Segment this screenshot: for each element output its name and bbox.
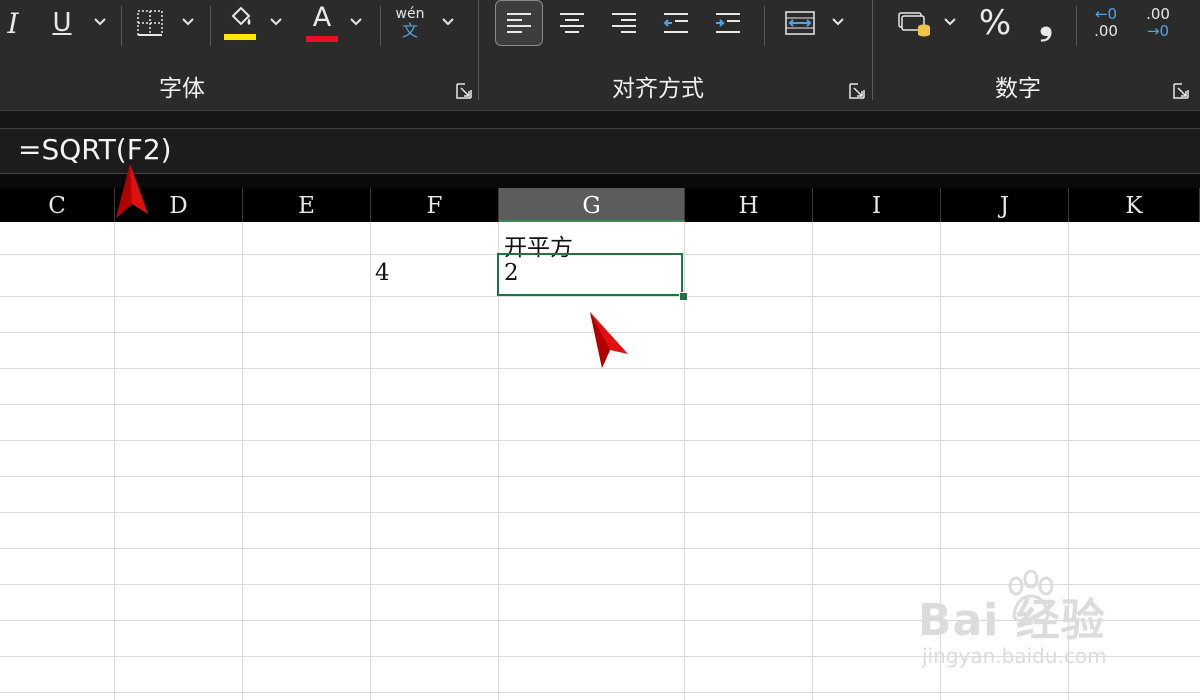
column-header-i[interactable]: I (813, 188, 941, 222)
accounting-dropdown-chevron-icon[interactable] (940, 10, 960, 34)
column-header-e[interactable]: E (243, 188, 371, 222)
column-headers: C D E F G H I J K (0, 188, 1200, 222)
phonetic-bottom: 文 (401, 21, 418, 40)
font-color-button[interactable]: A (302, 2, 342, 44)
baidu-watermark: Bai 经验 jingyan.baidu.com (918, 570, 1148, 680)
merge-dropdown-chevron-icon[interactable] (828, 10, 848, 34)
alignment-group-label: 对齐方式 (612, 76, 704, 102)
borders-icon[interactable] (132, 4, 168, 42)
decrease-decimal-bottom: →0 (1146, 22, 1170, 40)
alignment-dialog-launcher-icon[interactable] (848, 82, 866, 100)
column-header-h[interactable]: H (685, 188, 813, 222)
column-header-g[interactable]: G (499, 188, 685, 222)
underline-button[interactable]: U (46, 4, 78, 42)
font-color-glyph: A (312, 2, 332, 33)
fill-handle[interactable] (679, 292, 688, 301)
align-left-button[interactable] (495, 0, 543, 46)
align-center-button[interactable] (548, 0, 596, 46)
decrease-decimal-top: .00 (1146, 5, 1170, 23)
number-group-label: 数字 (995, 76, 1041, 102)
underline-dropdown-chevron-icon[interactable] (90, 10, 110, 34)
watermark-url: jingyan.baidu.com (922, 644, 1107, 668)
font-dialog-launcher-icon[interactable] (455, 82, 473, 100)
font-group-label: 字体 (159, 76, 205, 102)
ribbon: I U A wén 文 字体 对齐方式 % ❟ ←0 .00 .00 →0 数字 (0, 0, 1200, 110)
fill-color-dropdown-chevron-icon[interactable] (266, 10, 286, 34)
watermark-brand: Bai 经验 (918, 595, 1106, 646)
formula-bar[interactable]: =SQRT(F2) (0, 128, 1200, 174)
fill-color-swatch (224, 34, 256, 40)
increase-decimal-button[interactable]: ←0 .00 (1084, 2, 1128, 44)
ribbon-bottom-edge (0, 110, 1200, 128)
column-header-f[interactable]: F (371, 188, 499, 222)
increase-decimal-top: ←0 (1094, 5, 1118, 23)
increase-indent-button[interactable] (704, 0, 752, 46)
decrease-indent-button[interactable] (652, 0, 700, 46)
comma-style-button[interactable]: ❟ (1028, 2, 1064, 44)
decrease-decimal-button[interactable]: .00 →0 (1136, 2, 1180, 44)
phonetic-top: wén (395, 6, 425, 22)
font-color-dropdown-chevron-icon[interactable] (346, 10, 366, 34)
accounting-format-icon[interactable] (892, 2, 936, 44)
annotation-arrow-result (590, 312, 628, 368)
font-color-swatch (306, 36, 338, 42)
merge-center-icon[interactable] (780, 2, 820, 44)
align-right-button[interactable] (600, 0, 648, 46)
column-header-j[interactable]: J (941, 188, 1069, 222)
percent-style-button[interactable]: % (972, 2, 1018, 44)
column-header-k[interactable]: K (1069, 188, 1200, 222)
italic-button[interactable]: I (0, 4, 26, 42)
active-cell-border (497, 253, 683, 296)
cell-f2[interactable]: 4 (375, 260, 390, 286)
phonetic-guide-button[interactable]: wén 文 (388, 2, 432, 44)
formula-bar-gap (0, 174, 1200, 188)
increase-decimal-bottom: .00 (1094, 22, 1118, 40)
number-dialog-launcher-icon[interactable] (1172, 82, 1190, 100)
borders-dropdown-chevron-icon[interactable] (178, 10, 198, 34)
annotation-arrow-formula (116, 164, 148, 218)
phonetic-dropdown-chevron-icon[interactable] (438, 10, 458, 34)
fill-color-icon[interactable] (220, 2, 260, 44)
column-header-c[interactable]: C (0, 188, 115, 222)
